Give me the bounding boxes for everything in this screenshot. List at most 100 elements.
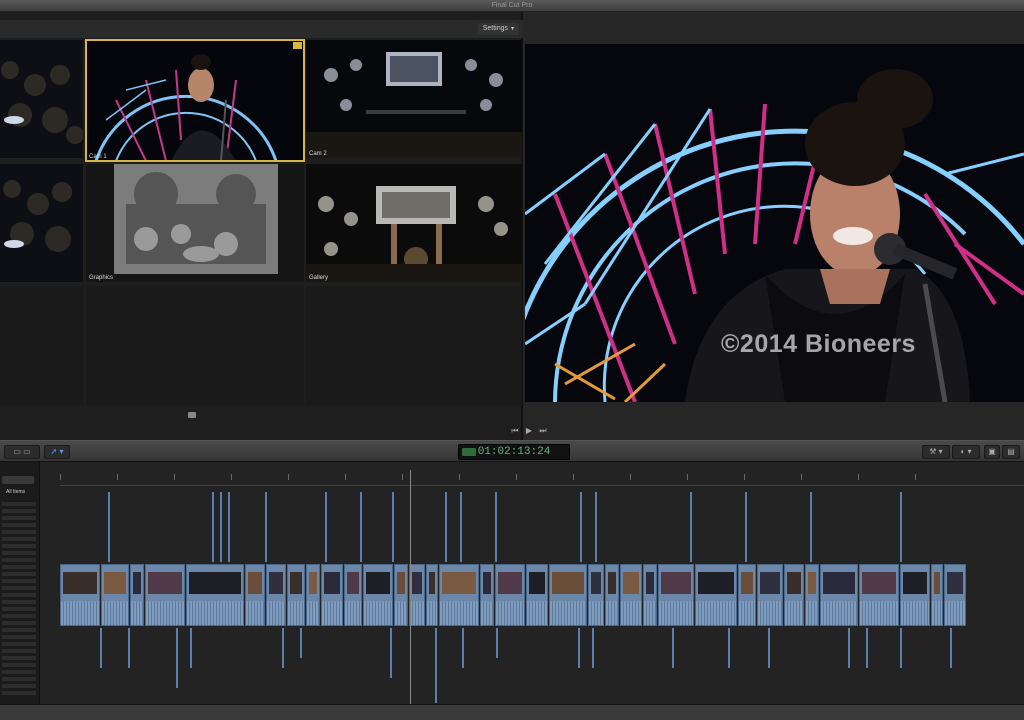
angle-cell-active[interactable]: Cam 1 [85,39,305,162]
angle-cell[interactable] [0,40,83,158]
settings-button[interactable]: Settings ▾ [477,23,519,35]
timeline-clip[interactable] [805,564,819,626]
index-row[interactable] [2,523,36,527]
index-row[interactable] [2,656,36,660]
index-row[interactable] [2,586,36,590]
timeline-clip[interactable] [605,564,619,626]
timeline-clip[interactable] [643,564,657,626]
timeline-clip[interactable] [658,564,694,626]
timeline-clip[interactable] [145,564,185,626]
connected-clip[interactable] [900,628,902,668]
timeline-clip[interactable] [944,564,966,626]
timeline-clip[interactable] [695,564,737,626]
index-row[interactable] [2,614,36,618]
next-icon[interactable]: ⏭ [536,426,550,436]
index-row[interactable] [2,663,36,667]
timeline-clip[interactable] [439,564,479,626]
timeline-clip[interactable] [757,564,783,626]
empty-angle-cell[interactable] [0,286,83,406]
timeline-clip[interactable] [588,564,604,626]
timeline-clip[interactable] [526,564,548,626]
empty-angle-cell[interactable] [86,286,304,406]
angle-cell[interactable]: Graphics [86,164,304,282]
connected-clip[interactable] [462,628,464,668]
connected-clip[interactable] [220,492,222,562]
angle-cell[interactable]: Gallery [306,164,522,282]
skimming-button[interactable]: ⚒ ▾ [922,445,950,459]
timeline-clip[interactable] [620,564,642,626]
timeline-clip[interactable] [784,564,804,626]
timeline-clip[interactable] [394,564,408,626]
edit-buttons-group[interactable]: ▭ ▭ [4,445,40,459]
angle-cell[interactable]: Cam 2 [306,40,522,158]
timeline-clip[interactable] [549,564,587,626]
connected-clip[interactable] [325,492,327,562]
timeline-clip[interactable] [245,564,265,626]
media-browser-button[interactable]: ▤ [1002,445,1020,459]
connected-clip[interactable] [176,628,178,688]
timeline-clip[interactable] [266,564,286,626]
index-row[interactable] [2,684,36,688]
timeline-clip[interactable] [409,564,425,626]
connected-clip[interactable] [445,492,447,562]
index-row[interactable] [2,677,36,681]
connected-clip[interactable] [578,628,580,668]
connected-clip[interactable] [595,492,597,562]
timeline-clip[interactable] [306,564,320,626]
connected-clip[interactable] [768,628,770,668]
index-tab-all-items[interactable]: All Items [6,489,25,495]
timeline-clip[interactable] [60,564,100,626]
connected-clip[interactable] [108,492,110,562]
timeline-clip[interactable] [900,564,930,626]
index-row[interactable] [2,635,36,639]
timeline-clip[interactable] [426,564,438,626]
index-row[interactable] [2,621,36,625]
index-row[interactable] [2,551,36,555]
timeline-clip[interactable] [363,564,393,626]
effects-browser-button[interactable]: ▣ [984,445,1000,459]
connected-clip[interactable] [300,628,302,658]
index-row[interactable] [2,572,36,576]
connected-clip[interactable] [592,628,594,668]
timeline-clip[interactable] [321,564,343,626]
connected-clip[interactable] [728,628,730,668]
connected-clip[interactable] [282,628,284,668]
timeline-ruler[interactable] [60,472,1024,486]
clip-appearance-button[interactable]: ◐ ▾ [952,445,980,459]
index-row[interactable] [2,516,36,520]
connected-clip[interactable] [228,492,230,562]
connected-clip[interactable] [848,628,850,668]
connected-clip[interactable] [460,492,462,562]
connected-clip[interactable] [900,492,902,562]
connected-clip[interactable] [580,492,582,562]
timeline-clip[interactable] [480,564,494,626]
select-tool-button[interactable]: ➚ ▾ [44,445,70,459]
timeline-clip[interactable] [495,564,525,626]
timeline-clip[interactable] [859,564,899,626]
timeline-clip[interactable] [931,564,943,626]
index-row[interactable] [2,579,36,583]
connected-clip[interactable] [672,628,674,668]
timeline-clip[interactable] [287,564,305,626]
timeline-clip[interactable] [820,564,858,626]
connected-clip[interactable] [495,492,497,562]
index-row[interactable] [2,607,36,611]
connected-clip[interactable] [390,628,392,678]
connected-clip[interactable] [496,628,498,658]
connected-clip[interactable] [128,628,130,668]
timeline-clip[interactable] [101,564,129,626]
play-icon[interactable]: ▶ [522,426,536,435]
timeline-clip[interactable] [186,564,244,626]
index-row[interactable] [2,670,36,674]
index-row[interactable] [2,593,36,597]
connected-clip[interactable] [392,492,394,562]
primary-storyline[interactable] [60,564,992,626]
playhead[interactable] [410,470,411,704]
angle-cell[interactable] [0,164,83,282]
connected-clip[interactable] [810,492,812,562]
previous-icon[interactable]: ⏮ [508,426,522,436]
empty-angle-cell[interactable] [306,286,522,406]
connected-clip[interactable] [745,492,747,562]
index-row[interactable] [2,544,36,548]
index-row[interactable] [2,530,36,534]
